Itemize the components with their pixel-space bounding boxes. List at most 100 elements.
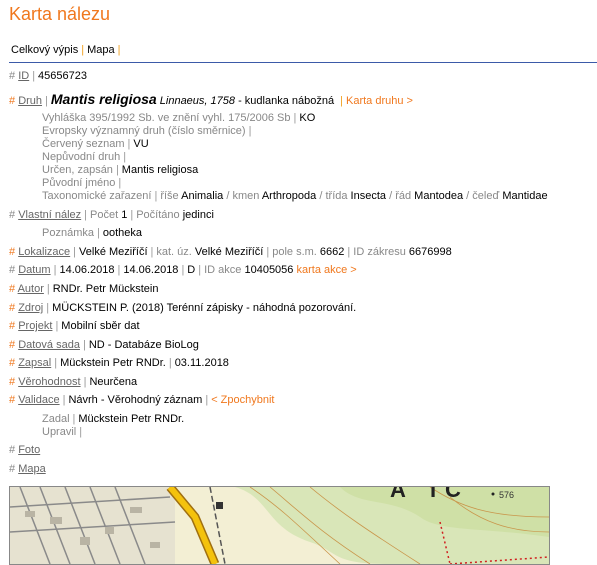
tab-separator: |	[81, 44, 85, 56]
tab-celkovy-vypis[interactable]: Celkový výpis	[11, 44, 78, 56]
pocitano-label: Počítáno	[136, 209, 180, 221]
vyhlaska-row: Vyhláška 395/1992 Sb. ve znění vyhl. 175…	[42, 112, 316, 124]
svg-text:I: I	[430, 487, 436, 502]
taxo-celed: Mantidae	[502, 190, 548, 202]
autor-label[interactable]: Autor	[18, 283, 44, 295]
verohodnost-label[interactable]: Věrohodnost	[18, 376, 80, 388]
autor-value: RNDr. Petr Mückstein	[52, 283, 159, 295]
row-datum: # Datum | 14.06.2018 | 14.06.2018 | D | ID akce …	[9, 264, 357, 276]
cerveny-label: Červený seznam	[42, 138, 125, 150]
nepuvodni-row: Nepůvodní druh |	[42, 151, 127, 163]
upravil-label: Upravil	[42, 426, 77, 438]
hash-marker: #	[9, 320, 16, 332]
hash-marker: #	[9, 246, 16, 258]
datum-to: 14.06.2018	[123, 264, 179, 276]
zadal-value: Mückstein Petr RNDr.	[78, 413, 185, 425]
hash-marker: #	[9, 302, 16, 314]
katuz-value: Velké Meziříčí	[194, 246, 264, 258]
zpochybnit-link[interactable]: < Zpochybnit	[211, 394, 274, 406]
id-label[interactable]: ID	[18, 70, 29, 82]
vyhlaska-label: Vyhláška 395/1992 Sb. ve znění vyhl. 175…	[42, 112, 291, 124]
zapsal-label[interactable]: Zapsal	[18, 357, 51, 369]
taxo-rad: Mantodea	[414, 190, 464, 202]
projekt-value: Mobilní sběr dat	[61, 320, 140, 332]
karta-druhu-link[interactable]: Karta druhu >	[346, 95, 413, 107]
puvodni-row: Původní jméno |	[42, 177, 122, 189]
row-lokalizace: # Lokalizace | Velké Meziříčí | kat. úz. Vel…	[9, 246, 452, 258]
row-foto: # Foto	[9, 444, 40, 456]
karta-akce-link[interactable]: karta akce >	[296, 264, 356, 276]
nepuvodni-label: Nepůvodní druh	[42, 151, 121, 163]
projekt-label[interactable]: Projekt	[18, 320, 52, 332]
page-title: Karta nálezu	[9, 4, 111, 24]
row-zapsal: # Zapsal | Mückstein Petr RNDr. | 03.11.2018	[9, 357, 229, 369]
row-verohodnost: # Věrohodnost | Neurčena	[9, 376, 138, 388]
row-druh: # Druh | Mantis religiosa Linnaeus, 1758 -…	[9, 91, 413, 107]
row-autor: # Autor | RNDr. Petr Mückstein	[9, 283, 159, 295]
species-name: Mantis religiosa	[50, 91, 157, 107]
hash-marker: #	[9, 394, 16, 406]
verohodnost-value: Neurčena	[89, 376, 138, 388]
akce-label: ID akce	[204, 264, 242, 276]
species-author: Linnaeus, 1758	[159, 95, 235, 107]
taxo-rank-label: čeleď	[472, 190, 500, 202]
evropsky-row: Evropsky významný druh (číslo směrnice) |	[42, 125, 252, 137]
map-contour-label: 576	[499, 490, 514, 500]
taxo-kmen: Arthropoda	[261, 190, 317, 202]
pocitano-value: jedinci	[182, 209, 214, 221]
datova-sada-label[interactable]: Datová sada	[18, 339, 80, 351]
urcen-row: Určen, zapsán | Mantis religiosa	[42, 164, 199, 176]
tab-mapa[interactable]: Mapa	[87, 44, 115, 56]
idzak-value: 6676998	[408, 246, 452, 258]
foto-label[interactable]: Foto	[18, 444, 40, 456]
datum-type: D	[187, 264, 196, 276]
cerveny-row: Červený seznam | VU	[42, 138, 149, 150]
poznamka-label: Poznámka	[42, 227, 94, 239]
pocet-label: Počet	[90, 209, 119, 221]
datum-label[interactable]: Datum	[18, 264, 50, 276]
hash-marker: #	[9, 209, 16, 221]
puvodni-label: Původní jméno	[42, 177, 116, 189]
row-zdroj: # Zdroj | MÜCKSTEIN P. (2018) Terénní zápi…	[9, 302, 357, 314]
svg-text:C: C	[445, 487, 461, 502]
row-validace: # Validace | Návrh - Věrohodný záznam | < Zp…	[9, 394, 275, 406]
id-value: 45656723	[38, 70, 87, 82]
idzak-label: ID zákresu	[353, 246, 406, 258]
vlastni-nalez-label[interactable]: Vlastní nález	[18, 209, 81, 221]
zdroj-value: MÜCKSTEIN P. (2018) Terénní zápisky - ná…	[52, 302, 357, 314]
location-map[interactable]: A I C 576	[9, 486, 550, 565]
hash-marker: #	[9, 444, 16, 456]
poznamka-row: Poznámka | ootheka	[42, 227, 142, 239]
lokalizace-value: Velké Meziříčí	[79, 246, 148, 258]
datova-sada-value: ND - Databáze BioLog	[88, 339, 199, 351]
svg-text:A: A	[390, 487, 406, 502]
hash-marker: #	[9, 70, 16, 82]
zadal-label: Zadal	[42, 413, 70, 425]
zadal-row: Zadal | Mückstein Petr RNDr.	[42, 413, 185, 425]
taxonomy-row: Taxonomické zařazení | říše Animalia / kme…	[42, 190, 548, 202]
row-mapa: # Mapa	[9, 463, 46, 475]
taxo-label: Taxonomické zařazení	[42, 190, 152, 202]
validace-value: Návrh - Věrohodný záznam	[68, 394, 203, 406]
urcen-value: Mantis religiosa	[121, 164, 199, 176]
row-datova-sada: # Datová sada | ND - Databáze BioLog	[9, 339, 199, 351]
taxo-rank-label: kmen	[232, 190, 260, 202]
map-graphic: A I C 576	[10, 487, 549, 564]
row-vlastni-nalez: # Vlastní nález | Počet 1 | Počítáno jedinci	[9, 209, 214, 221]
validace-label[interactable]: Validace	[18, 394, 59, 406]
taxo-rank-label: řád	[395, 190, 412, 202]
hash-marker: #	[9, 463, 16, 475]
zapsal-value: Mückstein Petr RNDr.	[60, 357, 166, 369]
druh-label[interactable]: Druh	[18, 95, 42, 107]
hash-marker: #	[9, 376, 16, 388]
akce-value: 10405056	[244, 264, 294, 276]
zdroj-label[interactable]: Zdroj	[18, 302, 43, 314]
mapa-label[interactable]: Mapa	[18, 463, 46, 475]
hash-marker: #	[9, 95, 16, 107]
row-id: # ID | 45656723	[9, 70, 87, 82]
zapsal-date: 03.11.2018	[174, 357, 229, 369]
evropsky-label: Evropsky významný druh (číslo směrnice)	[42, 125, 246, 137]
vyhlaska-value: KO	[299, 112, 316, 124]
lokalizace-label[interactable]: Lokalizace	[18, 246, 70, 258]
species-common-name: - kudlanka nábožná	[238, 95, 335, 107]
